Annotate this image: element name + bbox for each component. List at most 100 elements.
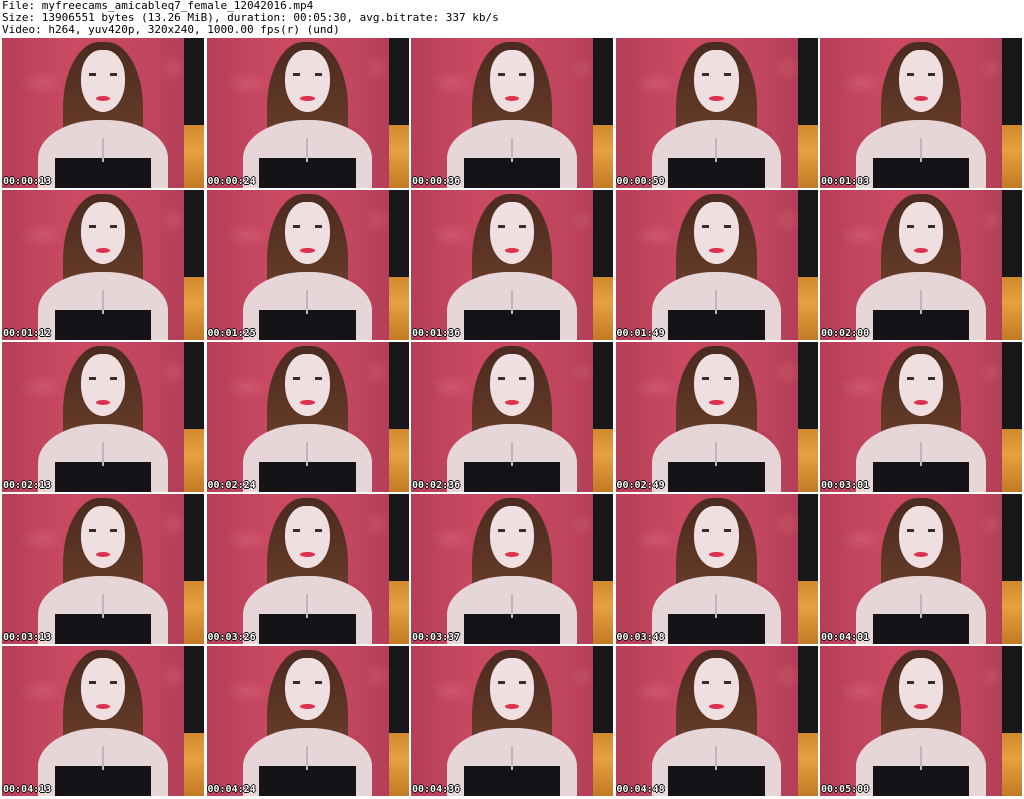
video-thumbnail: 00:04:13 (2, 646, 204, 796)
figure-lips (504, 704, 520, 709)
figure-face (489, 506, 535, 568)
necklace-pendant (101, 138, 104, 162)
figure-eyes (906, 73, 936, 76)
video-thumbnail: 00:04:24 (206, 646, 409, 796)
figure-face (80, 658, 126, 720)
figure-face (898, 658, 944, 720)
figure-top (463, 158, 561, 188)
thumbnail-timestamp: 00:03:37 (412, 632, 461, 643)
thumbnail-timestamp: 00:01:12 (3, 328, 52, 339)
necklace-pendant (101, 746, 104, 770)
necklace-pendant (101, 442, 104, 466)
thumbnail-timestamp: 00:01:03 (821, 176, 870, 187)
figure-lips (300, 552, 315, 557)
figure-top (872, 614, 970, 644)
figure-eyes (906, 529, 936, 532)
necklace-pendant (306, 594, 309, 618)
thumbnail-timestamp: 00:02:49 (616, 480, 665, 491)
video-thumbnail: 00:02:36 (411, 342, 613, 492)
necklace-pendant (715, 138, 718, 162)
thumbnail-timestamp: 00:04:36 (412, 784, 461, 795)
video-thumbnail: 00:00:50 (615, 38, 818, 188)
figure-eyes (88, 225, 118, 228)
background-shelf (797, 342, 818, 492)
necklace-pendant (101, 290, 104, 314)
figure-face (489, 354, 535, 416)
thumbnail-timestamp: 00:02:24 (207, 480, 256, 491)
file-info-header: File: myfreecams_amicableq7_female_12042… (2, 0, 1022, 38)
figure-top (259, 766, 356, 796)
background-shelf (388, 494, 409, 644)
video-thumbnail: 00:01:03 (820, 38, 1022, 188)
thumbnail-timestamp: 00:04:24 (207, 784, 256, 795)
necklace-pendant (919, 746, 922, 770)
necklace-pendant (919, 290, 922, 314)
background-shelf (388, 646, 409, 796)
video-thumbnail: 00:00:36 (411, 38, 613, 188)
figure-eyes (702, 225, 731, 228)
video-thumbnail: 00:03:01 (820, 342, 1022, 492)
video-thumbnail: 00:04:36 (411, 646, 613, 796)
background-shelf (388, 190, 409, 340)
figure-face (285, 354, 330, 416)
figure-eyes (702, 681, 731, 684)
background-shelf (593, 38, 613, 188)
figure-face (694, 658, 739, 720)
thumbnail-grid: 00:00:13 00:00:24 00:00:36 00:00:50 00:01:03… (2, 38, 1022, 797)
thumbnail-timestamp: 00:04:48 (616, 784, 665, 795)
figure-face (898, 354, 944, 416)
figure-top (872, 310, 970, 340)
necklace-pendant (306, 290, 309, 314)
figure-eyes (293, 681, 322, 684)
figure-lips (95, 704, 111, 709)
figure-lips (709, 400, 724, 405)
figure-top (54, 462, 152, 492)
video-thumbnail: 00:03:37 (411, 494, 613, 644)
figure-top (668, 462, 765, 492)
video-thumbnail: 00:02:24 (206, 342, 409, 492)
background-shelf (797, 494, 818, 644)
video-thumbnail: 00:03:48 (615, 494, 818, 644)
video-thumbnail: 00:05:00 (820, 646, 1022, 796)
figure-eyes (293, 225, 322, 228)
necklace-pendant (919, 442, 922, 466)
figure-top (872, 766, 970, 796)
background-shelf (388, 38, 409, 188)
necklace-pendant (715, 290, 718, 314)
figure-top (463, 614, 561, 644)
video-thumbnail: 00:03:26 (206, 494, 409, 644)
figure-top (54, 614, 152, 644)
figure-face (80, 202, 126, 264)
thumbnail-timestamp: 00:00:36 (412, 176, 461, 187)
thumbnail-timestamp: 00:04:01 (821, 632, 870, 643)
figure-eyes (88, 529, 118, 532)
figure-lips (95, 400, 111, 405)
video-thumbnail: 00:02:00 (820, 190, 1022, 340)
figure-lips (913, 248, 929, 253)
figure-face (285, 658, 330, 720)
figure-lips (913, 96, 929, 101)
video-thumbnail: 00:01:12 (2, 190, 204, 340)
necklace-pendant (715, 442, 718, 466)
background-shelf (1002, 646, 1022, 796)
necklace-pendant (919, 138, 922, 162)
background-shelf (184, 342, 204, 492)
thumbnail-timestamp: 00:01:36 (412, 328, 461, 339)
video-thumbnail: 00:02:49 (615, 342, 818, 492)
necklace-pendant (715, 746, 718, 770)
thumbnail-timestamp: 00:02:00 (821, 328, 870, 339)
figure-face (694, 202, 739, 264)
figure-lips (95, 552, 111, 557)
figure-face (694, 506, 739, 568)
video-thumbnail: 00:01:49 (615, 190, 818, 340)
video-thumbnail: 00:00:13 (2, 38, 204, 188)
figure-eyes (293, 529, 322, 532)
figure-eyes (497, 681, 527, 684)
thumbnail-timestamp: 00:02:13 (3, 480, 52, 491)
figure-lips (300, 96, 315, 101)
background-shelf (184, 190, 204, 340)
figure-top (259, 462, 356, 492)
figure-eyes (702, 377, 731, 380)
figure-lips (913, 400, 929, 405)
video-thumbnail: 00:03:13 (2, 494, 204, 644)
